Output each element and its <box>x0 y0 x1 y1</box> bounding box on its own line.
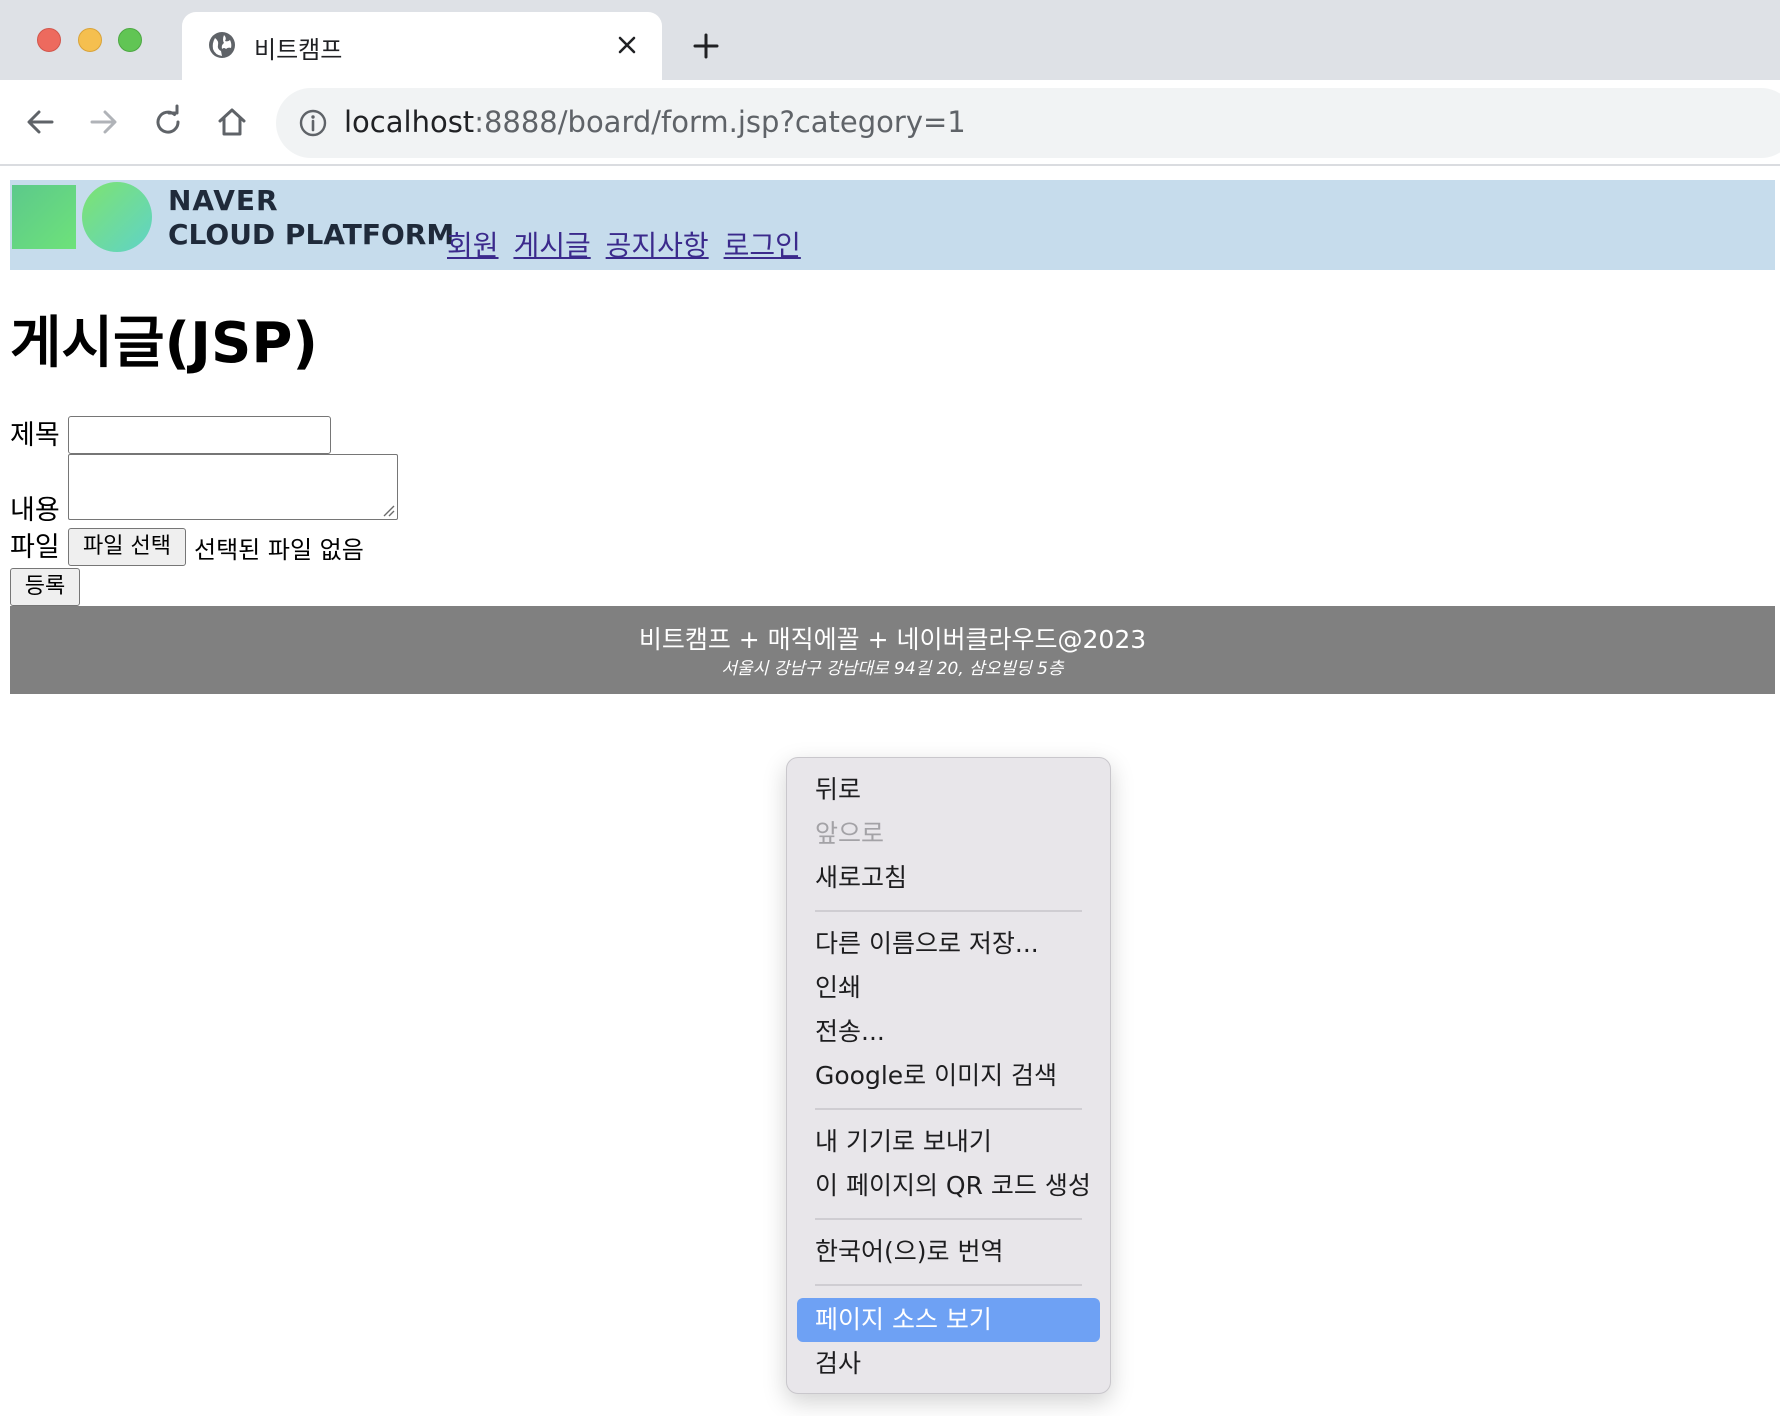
title-input[interactable] <box>68 416 331 454</box>
footer-copyright: 비트캠프 + 매직에꼴 + 네이버클라우드@2023 <box>638 625 1147 654</box>
forward-arrow-icon[interactable] <box>86 104 122 140</box>
menu-item-translate[interactable]: 한국어(으)로 번역 <box>815 1232 1100 1272</box>
browser-toolbar: localhost:8888/board/form.jsp?category=1 <box>0 80 1780 166</box>
menu-separator <box>815 1218 1082 1220</box>
header-nav: 회원 게시글 공지사항 로그인 <box>447 224 807 264</box>
file-status-text: 선택된 파일 없음 <box>194 536 364 564</box>
address-bar[interactable]: localhost:8888/board/form.jsp?category=1 <box>276 88 1780 158</box>
browser-tab[interactable]: 비트캠프 <box>182 12 662 80</box>
menu-item-reload[interactable]: 새로고침 <box>815 858 1100 898</box>
content-label: 내용 <box>10 495 60 526</box>
resize-grip-icon[interactable] <box>381 503 395 517</box>
menu-item-save-as[interactable]: 다른 이름으로 저장... <box>815 924 1100 964</box>
menu-item-view-source[interactable]: 페이지 소스 보기 <box>797 1298 1100 1342</box>
context-menu: 뒤로 앞으로 새로고침 다른 이름으로 저장... 인쇄 전송... Googl… <box>786 757 1111 1394</box>
nav-link-board[interactable]: 게시글 <box>513 229 590 262</box>
url-path: :8888/board/form.jsp?category=1 <box>474 105 966 139</box>
url-host: localhost <box>344 105 475 139</box>
tab-strip: 비트캠프 <box>0 0 1780 80</box>
new-tab-icon[interactable] <box>690 30 722 62</box>
menu-item-qr-code[interactable]: 이 페이지의 QR 코드 생성 <box>815 1166 1100 1206</box>
menu-separator <box>815 1108 1082 1110</box>
tab-title: 비트캠프 <box>254 36 343 64</box>
logo-text: NAVER CLOUD PLATFORM <box>168 184 454 252</box>
submit-button[interactable]: 등록 <box>10 568 80 606</box>
home-icon[interactable] <box>214 104 250 140</box>
reload-icon[interactable] <box>150 104 186 140</box>
menu-item-back[interactable]: 뒤로 <box>815 770 1100 810</box>
globe-icon <box>209 32 235 58</box>
menu-item-print[interactable]: 인쇄 <box>815 968 1100 1008</box>
close-window-button[interactable] <box>37 28 61 52</box>
back-arrow-icon[interactable] <box>22 104 58 140</box>
nav-link-members[interactable]: 회원 <box>447 229 499 262</box>
nav-link-login[interactable]: 로그인 <box>724 229 801 262</box>
site-info-icon[interactable] <box>298 108 328 138</box>
logo-circle-icon <box>82 182 152 252</box>
menu-separator <box>815 1284 1082 1286</box>
menu-item-inspect[interactable]: 검사 <box>815 1344 1100 1384</box>
content-textarea[interactable] <box>68 454 398 520</box>
page-title: 게시글(JSP) <box>10 311 318 376</box>
menu-separator <box>815 910 1082 912</box>
logo-line-2: CLOUD PLATFORM <box>168 218 455 251</box>
menu-item-forward: 앞으로 <box>815 819 885 848</box>
choose-file-button[interactable]: 파일 선택 <box>68 528 186 566</box>
title-label: 제목 <box>10 420 60 451</box>
logo-line-1: NAVER <box>168 184 279 217</box>
menu-item-search-image[interactable]: Google로 이미지 검색 <box>815 1056 1100 1096</box>
footer-address: 서울시 강남구 강남대로 94길 20, 삼오빌딩 5층 <box>721 659 1064 679</box>
close-tab-icon[interactable] <box>612 30 642 60</box>
minimize-window-button[interactable] <box>78 28 102 52</box>
site-footer: 비트캠프 + 매직에꼴 + 네이버클라우드@2023 서울시 강남구 강남대로 … <box>10 606 1775 694</box>
menu-item-send-to-device[interactable]: 내 기기로 보내기 <box>815 1122 1100 1162</box>
nav-link-notices[interactable]: 공지사항 <box>606 229 709 262</box>
menu-item-cast[interactable]: 전송... <box>815 1012 1100 1052</box>
maximize-window-button[interactable] <box>118 28 142 52</box>
site-header: NAVER CLOUD PLATFORM 회원 게시글 공지사항 로그인 <box>10 180 1775 270</box>
logo-square-icon <box>12 185 76 249</box>
url-text: localhost:8888/board/form.jsp?category=1 <box>344 105 966 139</box>
file-label: 파일 <box>10 532 60 563</box>
